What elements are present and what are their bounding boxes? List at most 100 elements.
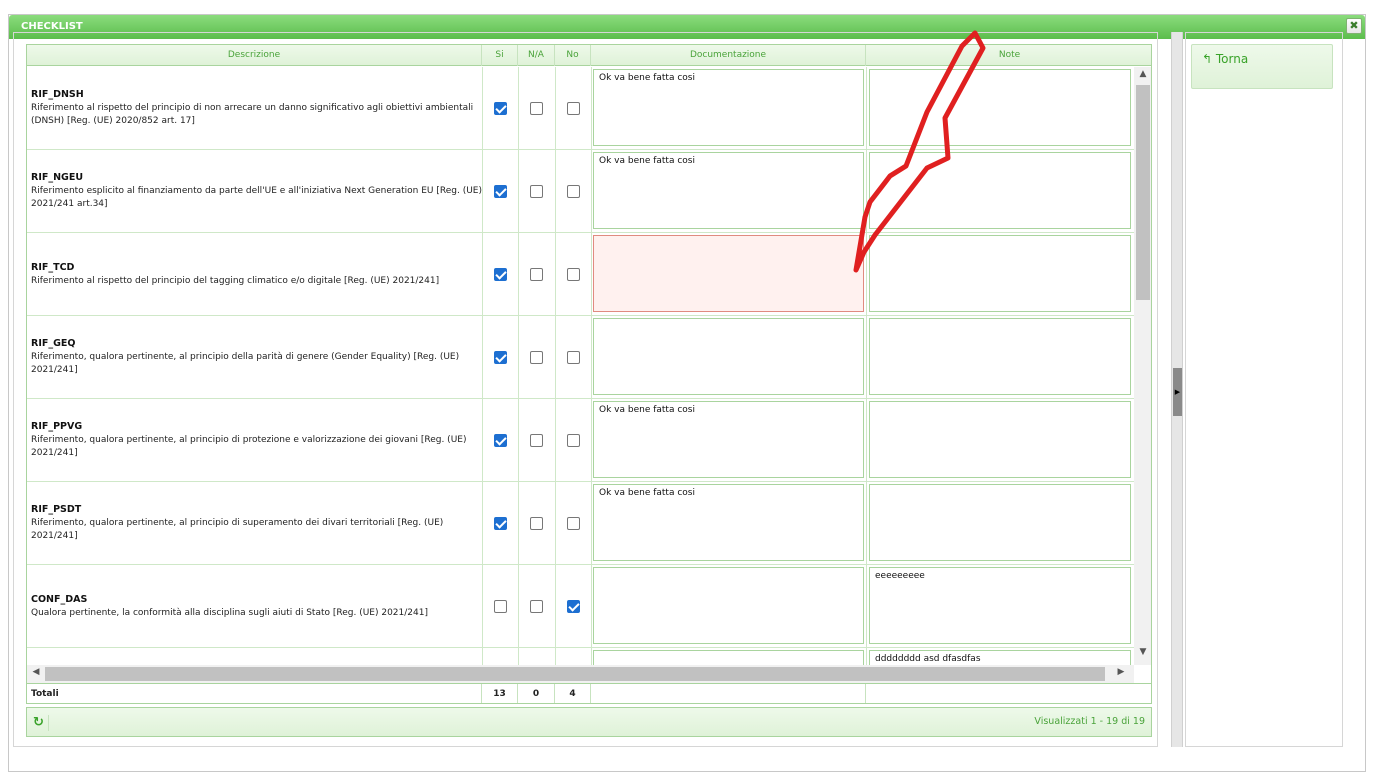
documentazione-textarea[interactable] bbox=[593, 235, 864, 312]
grid-body: RIF_DNSH Riferimento al rispetto del prin… bbox=[27, 67, 1134, 665]
checkbox-na[interactable] bbox=[530, 102, 543, 115]
pane-splitter[interactable]: ▶ bbox=[1171, 32, 1183, 747]
col-header-na[interactable]: N/A bbox=[518, 45, 555, 66]
checkbox-no[interactable] bbox=[566, 517, 580, 530]
note-textarea[interactable] bbox=[869, 401, 1131, 478]
scroll-right-icon[interactable]: ▶ bbox=[1114, 667, 1128, 683]
totals-note bbox=[866, 684, 1151, 703]
checkbox-si[interactable] bbox=[493, 185, 507, 198]
row-code: RIF_NGEU bbox=[31, 172, 84, 183]
horizontal-scrollbar[interactable]: ◀ ▶ bbox=[27, 665, 1134, 683]
back-arrow-icon: ↰ bbox=[1202, 52, 1213, 66]
cell-na bbox=[518, 565, 555, 648]
note-textarea[interactable]: dddddddd asd dfasdfas bbox=[869, 650, 1131, 665]
documentazione-textarea[interactable] bbox=[593, 567, 864, 644]
totals-si: 13 bbox=[482, 684, 518, 703]
checkbox-na[interactable] bbox=[530, 434, 543, 447]
note-textarea[interactable] bbox=[869, 318, 1131, 395]
column-separator bbox=[591, 67, 592, 665]
totals-documentazione bbox=[591, 684, 866, 703]
checkbox-no[interactable] bbox=[566, 351, 580, 364]
table-row: RIC_TIF_UE_SGF dddddddd asd dfasdfas bbox=[27, 648, 1134, 665]
cell-si bbox=[482, 482, 518, 565]
checkbox-no[interactable] bbox=[566, 268, 580, 281]
side-pane: ↰ Torna bbox=[1185, 32, 1343, 747]
col-header-si[interactable]: Si bbox=[482, 45, 518, 66]
cell-si bbox=[482, 316, 518, 399]
row-code: RIF_GEQ bbox=[31, 338, 76, 349]
cell-si bbox=[482, 648, 518, 665]
column-separator bbox=[555, 67, 556, 665]
documentazione-textarea[interactable]: Ok va bene fatta cosi bbox=[593, 152, 864, 229]
torna-label: Torna bbox=[1215, 52, 1249, 66]
checkbox-si[interactable] bbox=[493, 600, 507, 613]
grid-header: Descrizione Si N/A No Documentazione Not… bbox=[27, 45, 1151, 66]
splitter-toggle-icon[interactable]: ▶ bbox=[1173, 368, 1182, 416]
cell-si bbox=[482, 67, 518, 150]
row-text: Riferimento esplicito al finanziamento d… bbox=[31, 186, 482, 209]
cell-no bbox=[555, 316, 591, 399]
table-row: CONF_DAS Qualora pertinente, la conformit… bbox=[27, 565, 1134, 648]
checkbox-no[interactable] bbox=[566, 102, 580, 115]
grid-footer: ↻ Visualizzati 1 - 19 di 19 bbox=[26, 707, 1152, 737]
totals-label: Totali bbox=[27, 684, 482, 703]
cell-no bbox=[555, 233, 591, 316]
row-description: RIF_NGEU Riferimento esplicito al finanzi… bbox=[31, 150, 486, 233]
close-icon[interactable]: ✖ bbox=[1346, 18, 1362, 34]
note-textarea[interactable] bbox=[869, 235, 1131, 312]
note-textarea[interactable]: eeeeeeeee bbox=[869, 567, 1131, 644]
vertical-scrollbar[interactable]: ▲ ▼ bbox=[1134, 67, 1151, 665]
checkbox-si[interactable] bbox=[493, 351, 507, 364]
documentazione-textarea[interactable] bbox=[593, 318, 864, 395]
cell-si bbox=[482, 399, 518, 482]
note-textarea[interactable] bbox=[869, 152, 1131, 229]
column-separator bbox=[518, 67, 519, 665]
checkbox-na[interactable] bbox=[530, 185, 543, 198]
checkbox-no[interactable] bbox=[566, 185, 580, 198]
checkbox-si[interactable] bbox=[493, 434, 507, 447]
checkbox-na[interactable] bbox=[530, 600, 543, 613]
refresh-icon[interactable]: ↻ bbox=[33, 715, 49, 731]
checkbox-si[interactable] bbox=[493, 268, 507, 281]
cell-si bbox=[482, 150, 518, 233]
col-header-documentazione[interactable]: Documentazione bbox=[591, 45, 866, 66]
scroll-up-icon[interactable]: ▲ bbox=[1134, 69, 1151, 85]
note-textarea[interactable] bbox=[869, 484, 1131, 561]
col-header-note[interactable]: Note bbox=[866, 45, 1151, 66]
documentazione-textarea[interactable]: Ok va bene fatta cosi bbox=[593, 484, 864, 561]
totals-row: Totali 13 0 4 bbox=[27, 683, 1151, 703]
row-description: CONF_DAS Qualora pertinente, la conformit… bbox=[31, 565, 486, 648]
scroll-down-icon[interactable]: ▼ bbox=[1134, 647, 1151, 663]
cell-na bbox=[518, 67, 555, 150]
checkbox-si[interactable] bbox=[493, 102, 507, 115]
documentazione-textarea[interactable]: Ok va bene fatta cosi bbox=[593, 401, 864, 478]
row-code: RIF_DNSH bbox=[31, 89, 84, 100]
checkbox-si[interactable] bbox=[493, 517, 507, 530]
note-textarea[interactable] bbox=[869, 69, 1131, 146]
totals-na: 0 bbox=[518, 684, 555, 703]
checkbox-no[interactable] bbox=[566, 600, 580, 613]
documentazione-textarea[interactable] bbox=[593, 650, 864, 665]
cell-na bbox=[518, 399, 555, 482]
documentazione-textarea[interactable]: Ok va bene fatta cosi bbox=[593, 69, 864, 146]
checkbox-na[interactable] bbox=[530, 517, 543, 530]
cell-no bbox=[555, 482, 591, 565]
row-text: Riferimento, qualora pertinente, al prin… bbox=[31, 518, 444, 541]
row-description: RIF_DNSH Riferimento al rispetto del prin… bbox=[31, 67, 486, 150]
row-description: RIF_GEQ Riferimento, qualora pertinente, … bbox=[31, 316, 486, 399]
checkbox-na[interactable] bbox=[530, 351, 543, 364]
table-row: RIF_DNSH Riferimento al rispetto del prin… bbox=[27, 67, 1134, 150]
cell-no bbox=[555, 399, 591, 482]
row-code: RIF_TCD bbox=[31, 261, 75, 273]
row-code: RIF_PPVG bbox=[31, 421, 83, 432]
horizontal-scroll-thumb[interactable] bbox=[45, 667, 1105, 681]
vertical-scroll-thumb[interactable] bbox=[1136, 85, 1150, 300]
cell-no bbox=[555, 150, 591, 233]
checkbox-na[interactable] bbox=[530, 268, 543, 281]
torna-button[interactable]: ↰ Torna bbox=[1191, 44, 1333, 89]
col-header-no[interactable]: No bbox=[555, 45, 591, 66]
scroll-left-icon[interactable]: ◀ bbox=[29, 667, 43, 683]
cell-na bbox=[518, 316, 555, 399]
col-header-descrizione[interactable]: Descrizione bbox=[27, 45, 482, 66]
checkbox-no[interactable] bbox=[566, 434, 580, 447]
